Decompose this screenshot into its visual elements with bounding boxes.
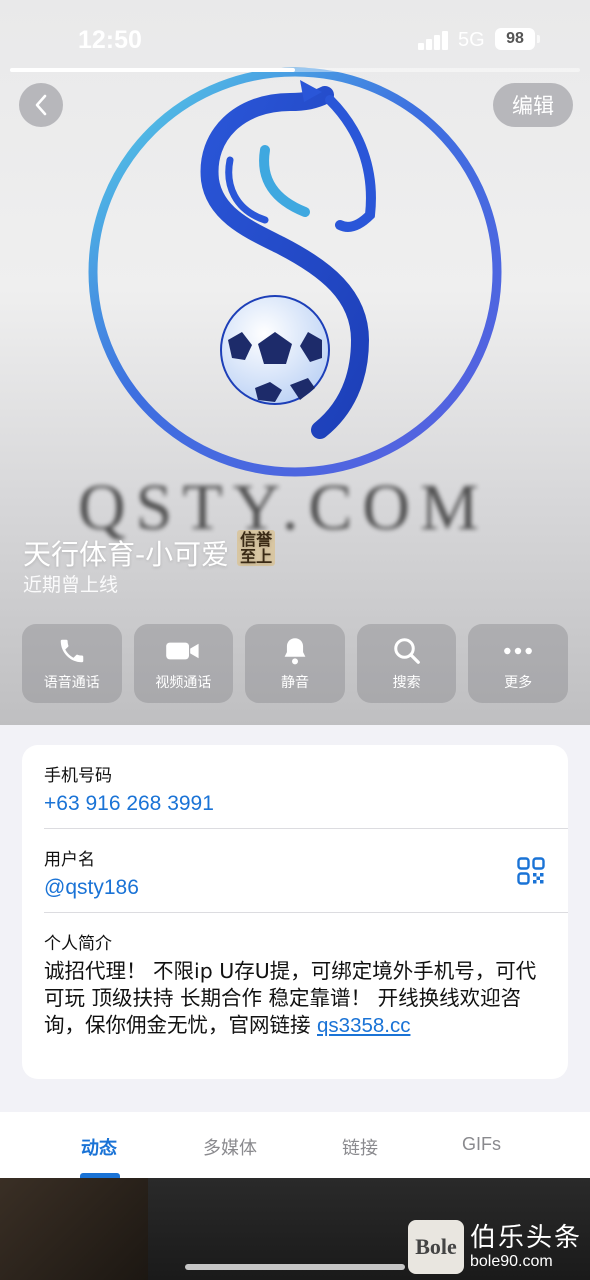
- watermark-title: 伯乐头条: [470, 1223, 583, 1253]
- search-icon: [393, 637, 420, 664]
- video-camera-icon: [166, 642, 199, 659]
- profile-tabs: 动态 多媒体 链接 GIFs: [0, 1112, 590, 1178]
- watermark-text: 伯乐头条 bole90.com: [470, 1223, 582, 1271]
- watermark-site: bole90.com: [470, 1253, 553, 1270]
- action-buttons: 语音通话 视频通话 静音 搜索 更多: [22, 624, 568, 703]
- back-button[interactable]: [19, 83, 63, 127]
- home-indicator[interactable]: [185, 1264, 405, 1270]
- edit-button[interactable]: 编辑: [493, 83, 573, 127]
- story-progress-bar: [10, 68, 580, 72]
- bio-label: 个人简介: [44, 934, 112, 954]
- media-thumbnail[interactable]: [0, 1178, 148, 1280]
- video-call-button[interactable]: 视频通话: [133, 624, 234, 703]
- action-label: 搜索: [392, 674, 421, 691]
- more-dots-icon: [504, 647, 533, 654]
- action-label: 语音通话: [43, 674, 100, 691]
- bio-content: 诚招代理！ 不限ip U存U提，可绑定境外手机号，可代可玩 顶级扶持 长期合作 …: [44, 959, 537, 1037]
- username-row[interactable]: 用户名 @qsty186: [44, 845, 568, 900]
- last-seen-status: 近期曾上线: [23, 574, 119, 596]
- search-button[interactable]: 搜索: [356, 624, 457, 703]
- name-badge: 信誉至上: [237, 530, 276, 566]
- story-progress-fill: [10, 68, 295, 72]
- battery-icon: 98: [495, 28, 535, 50]
- bio-link[interactable]: qs3358.cc: [317, 1014, 410, 1037]
- username-value[interactable]: @qsty186: [44, 876, 568, 900]
- username-label: 用户名: [44, 850, 95, 870]
- tab-links[interactable]: 链接: [342, 1134, 378, 1160]
- phone-number[interactable]: +63 916 268 3991: [44, 792, 568, 816]
- divider: [44, 828, 568, 829]
- signal-icon: [418, 30, 450, 50]
- profile-header: QSTY.COM 12:50 5G 98 编辑 天行体育-小可爱 信誉至上 近期曾…: [0, 0, 590, 725]
- bell-icon: [284, 637, 306, 664]
- phone-row[interactable]: 手机号码 +63 916 268 3991: [44, 761, 568, 816]
- phone-icon: [60, 639, 84, 662]
- action-label: 视频通话: [155, 674, 212, 691]
- profile-name: 天行体育-小可爱 信誉至上: [23, 530, 276, 573]
- info-card: 手机号码 +63 916 268 3991 用户名 @qsty186 个人简介 …: [22, 745, 568, 1079]
- phone-label: 手机号码: [44, 766, 112, 786]
- bio-row: 个人简介 诚招代理！ 不限ip U存U提，可绑定境外手机号，可代可玩 顶级扶持 …: [44, 929, 568, 1039]
- tab-gifs[interactable]: GIFs: [462, 1134, 501, 1155]
- action-label: 静音: [280, 674, 309, 691]
- voice-call-button[interactable]: 语音通话: [22, 624, 122, 703]
- status-bar: 12:50 5G 98: [0, 0, 590, 72]
- status-time: 12:50: [78, 26, 142, 54]
- watermark-logo: Bole: [408, 1220, 464, 1274]
- network-type: 5G: [458, 29, 485, 51]
- bio-text: 诚招代理！ 不限ip U存U提，可绑定境外手机号，可代可玩 顶级扶持 长期合作 …: [44, 958, 552, 1039]
- profile-name-text: 天行体育-小可爱: [23, 538, 230, 571]
- more-button[interactable]: 更多: [468, 624, 568, 703]
- qr-code-icon[interactable]: [517, 857, 545, 885]
- battery-tip: [537, 35, 540, 43]
- chevron-left-icon: [35, 94, 47, 116]
- tab-media[interactable]: 多媒体: [203, 1134, 257, 1160]
- divider: [44, 912, 568, 913]
- action-label: 更多: [504, 674, 533, 691]
- watermark: Bole 伯乐头条 bole90.com: [408, 1218, 582, 1276]
- mute-button[interactable]: 静音: [245, 624, 345, 703]
- tab-posts[interactable]: 动态: [81, 1134, 117, 1160]
- avatar-logo: [88, 67, 502, 477]
